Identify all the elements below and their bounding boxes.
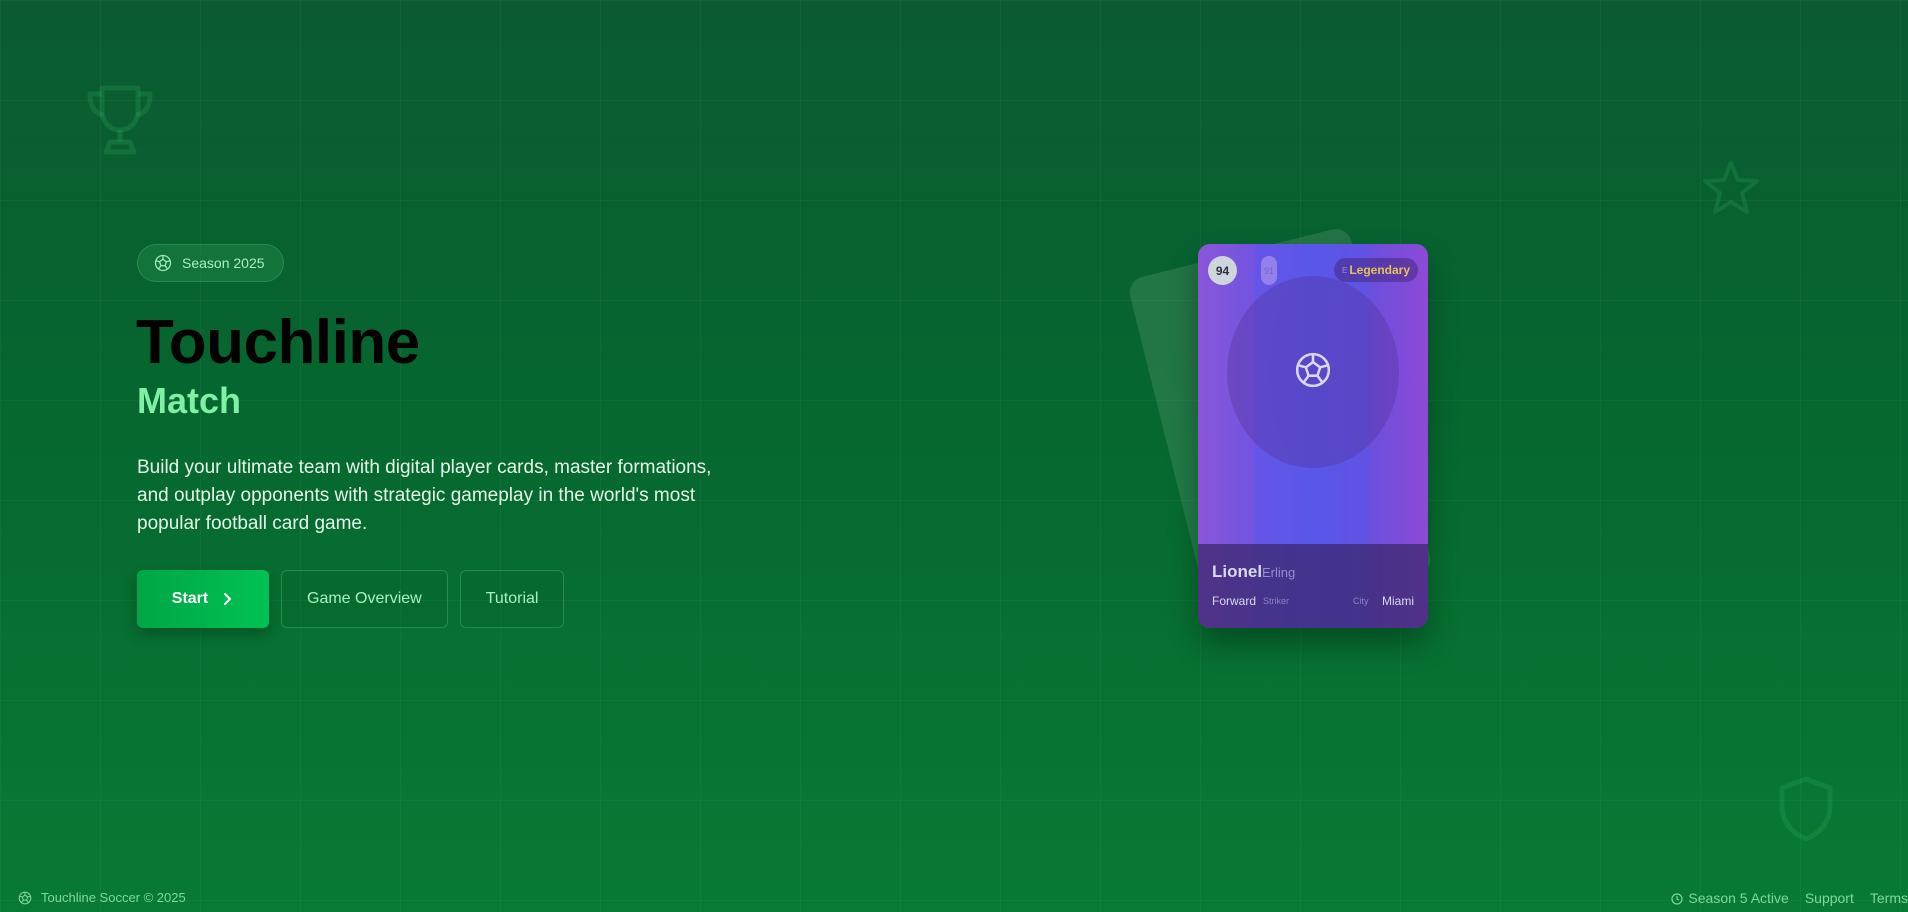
player-card[interactable]: 94 91 E Legendary Lionel Erling Forward …	[1198, 244, 1428, 628]
player-position-ghost: Striker	[1263, 596, 1290, 606]
rarity-ghost: E	[1341, 265, 1348, 275]
soccer-ball-icon	[18, 891, 32, 905]
player-position: Forward	[1212, 594, 1257, 608]
card-rating-ghost: 91	[1261, 256, 1277, 285]
clock-icon	[1671, 892, 1684, 905]
season-status-label: Season 5 Active	[1688, 890, 1789, 906]
hero-description: Build your ultimate team with digital pl…	[137, 457, 712, 534]
page-subtitle: Match	[137, 380, 242, 421]
start-button-label: Start	[171, 590, 209, 607]
game-overview-button[interactable]: Game Overview	[281, 570, 448, 628]
season-badge: Season 2025	[137, 244, 284, 282]
player-name: Lionel	[1212, 562, 1263, 581]
shield-icon	[1778, 776, 1834, 842]
chevron-right-icon	[220, 592, 234, 606]
copyright-text: Touchline Soccer © 2025	[41, 890, 186, 905]
tutorial-button[interactable]: Tutorial	[459, 570, 565, 628]
soccer-ball-icon	[1294, 351, 1332, 389]
terms-link[interactable]: Terms	[1870, 890, 1908, 906]
soccer-ball-icon	[154, 254, 172, 272]
footer-links: Season 5 Active Support Terms	[1671, 890, 1908, 906]
trophy-icon	[84, 82, 156, 158]
rarity-badge: E Legendary	[1333, 258, 1418, 282]
player-name-ghost: Erling	[1262, 565, 1296, 580]
hero-actions: Start Game Overview Tutorial	[137, 570, 565, 628]
page-title: Touchline	[136, 308, 420, 377]
start-button[interactable]: Start	[137, 570, 269, 628]
player-club: Miami	[1382, 594, 1414, 608]
footer-copyright: Touchline Soccer © 2025	[18, 890, 186, 905]
player-club-ghost: City	[1353, 596, 1369, 606]
season-status: Season 5 Active	[1671, 890, 1789, 906]
season-badge-label: Season 2025	[182, 255, 265, 271]
card-rating: 94	[1208, 256, 1237, 285]
star-icon	[1702, 160, 1760, 216]
support-link[interactable]: Support	[1805, 890, 1854, 906]
card-info-panel	[1198, 544, 1428, 628]
rarity-label: Legendary	[1349, 263, 1410, 277]
